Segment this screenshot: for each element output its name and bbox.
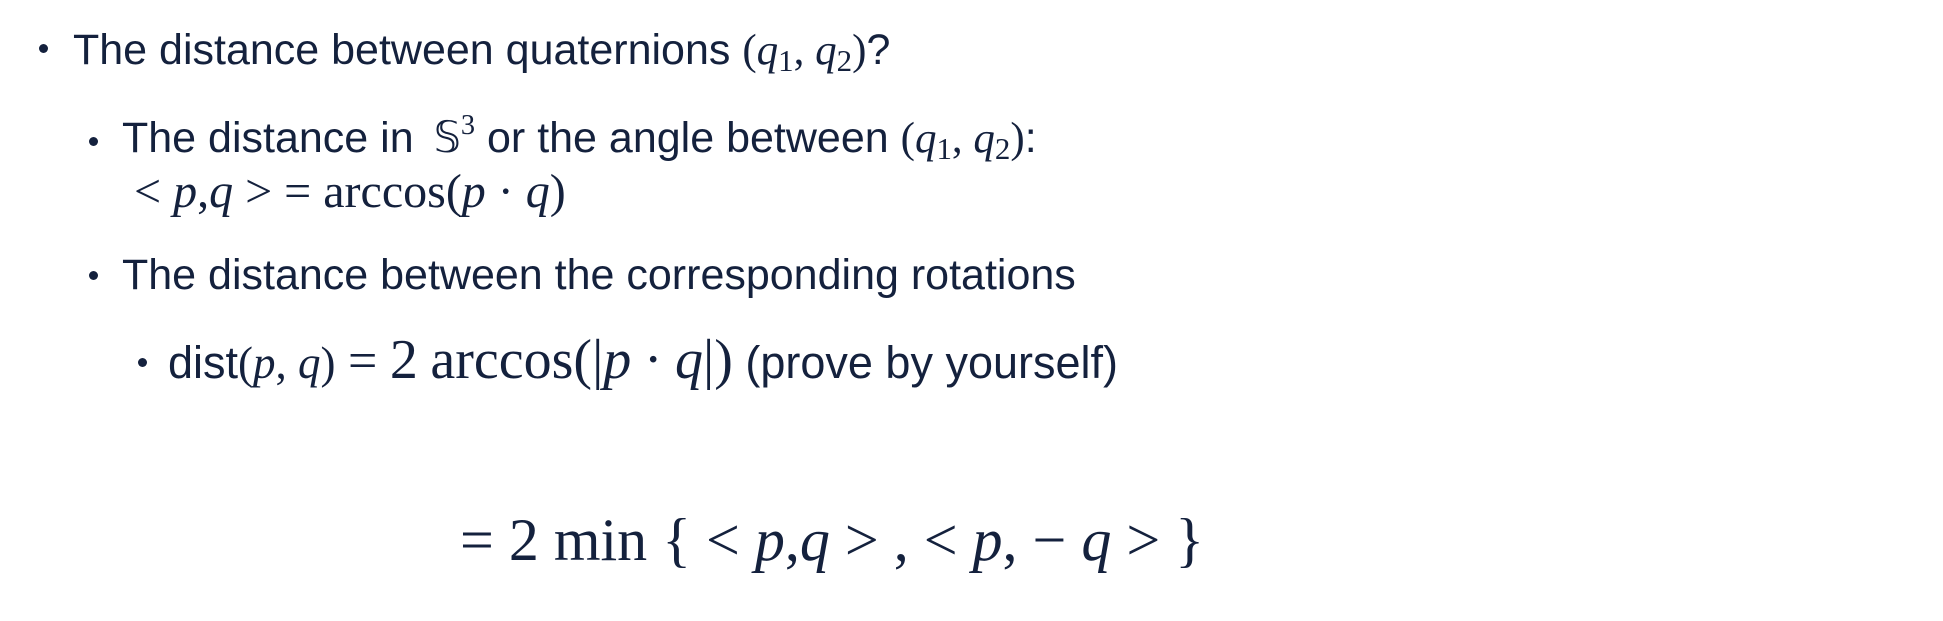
bullet-marker-2 [89, 137, 98, 146]
bullet-line-3: The distance between the corresponding r… [122, 251, 1076, 299]
bullet-2-text-b: or the angle between [487, 114, 889, 162]
bullet-marker-4 [138, 358, 147, 367]
bullet-2-colon: : [1024, 114, 1037, 162]
bullet-marker-1 [39, 44, 48, 53]
bullet-2-text-a: The distance in [122, 114, 414, 162]
bullet-1-text: The distance between quaternions [73, 26, 731, 74]
bullet-1-question-mark: ? [866, 26, 891, 74]
bullet-line-1: The distance between quaternions (q1, q2… [73, 26, 891, 79]
min-formula: = 2 min { < p,q > , < p, − q > } [460, 507, 1205, 573]
angle-formula: < p,q > = arccos(p · q) [134, 165, 566, 218]
bullet-line-2: The distance in 𝕊3 or the angle between … [122, 110, 1037, 167]
bullet-2-tuple: (q1, q2) [900, 115, 1025, 167]
bullet-marker-3 [89, 271, 98, 280]
sphere-s3: 𝕊3 [433, 110, 476, 163]
bullet-1-tuple: (q1, q2) [742, 27, 867, 79]
slide-content: The distance between quaternions (q1, q2… [0, 0, 1943, 621]
prove-note: (prove by yourself) [745, 337, 1119, 388]
rotation-distance-formula: dist(p, q) = 2 arccos(|p · q|) (prove by… [168, 329, 1119, 391]
